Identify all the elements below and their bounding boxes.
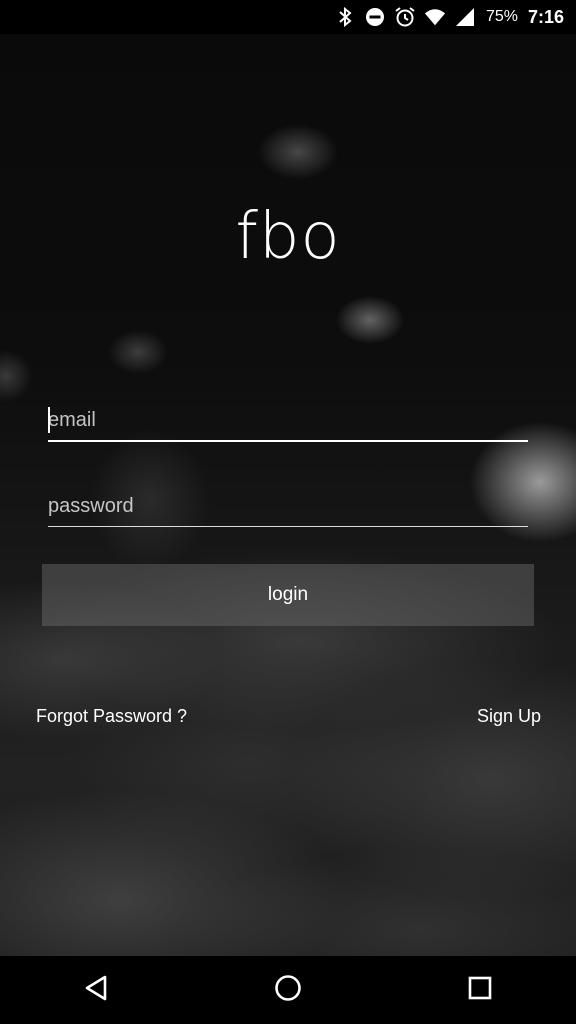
- login-button[interactable]: login: [42, 564, 534, 626]
- navigation-bar: [0, 956, 576, 1024]
- home-button[interactable]: [258, 960, 318, 1020]
- home-icon: [274, 974, 302, 1007]
- login-screen: 75% 7:16 fbo login Forgot Password ? Sig…: [0, 0, 576, 1024]
- email-underline: [48, 440, 528, 442]
- do-not-disturb-icon: [364, 6, 386, 28]
- password-underline: [48, 526, 528, 527]
- alarm-icon: [394, 6, 416, 28]
- back-icon: [83, 974, 109, 1007]
- recents-icon: [468, 976, 492, 1005]
- forgot-password-link[interactable]: Forgot Password ?: [36, 706, 187, 727]
- wifi-icon: [424, 6, 446, 28]
- password-input[interactable]: [48, 492, 528, 520]
- cellular-signal-icon: [454, 6, 476, 28]
- sign-up-link[interactable]: Sign Up: [477, 706, 541, 727]
- email-field-container: [48, 406, 528, 442]
- battery-percent: 75%: [485, 8, 518, 25]
- text-cursor: [48, 407, 50, 433]
- app-logo: fbo: [235, 200, 341, 274]
- password-field-container: [48, 492, 528, 527]
- bluetooth-icon: [334, 6, 356, 28]
- clock-time: 7:16: [527, 6, 564, 27]
- email-input[interactable]: [48, 406, 528, 434]
- status-bar: 75% 7:16: [0, 0, 576, 34]
- back-button[interactable]: [66, 960, 126, 1020]
- recents-button[interactable]: [450, 960, 510, 1020]
